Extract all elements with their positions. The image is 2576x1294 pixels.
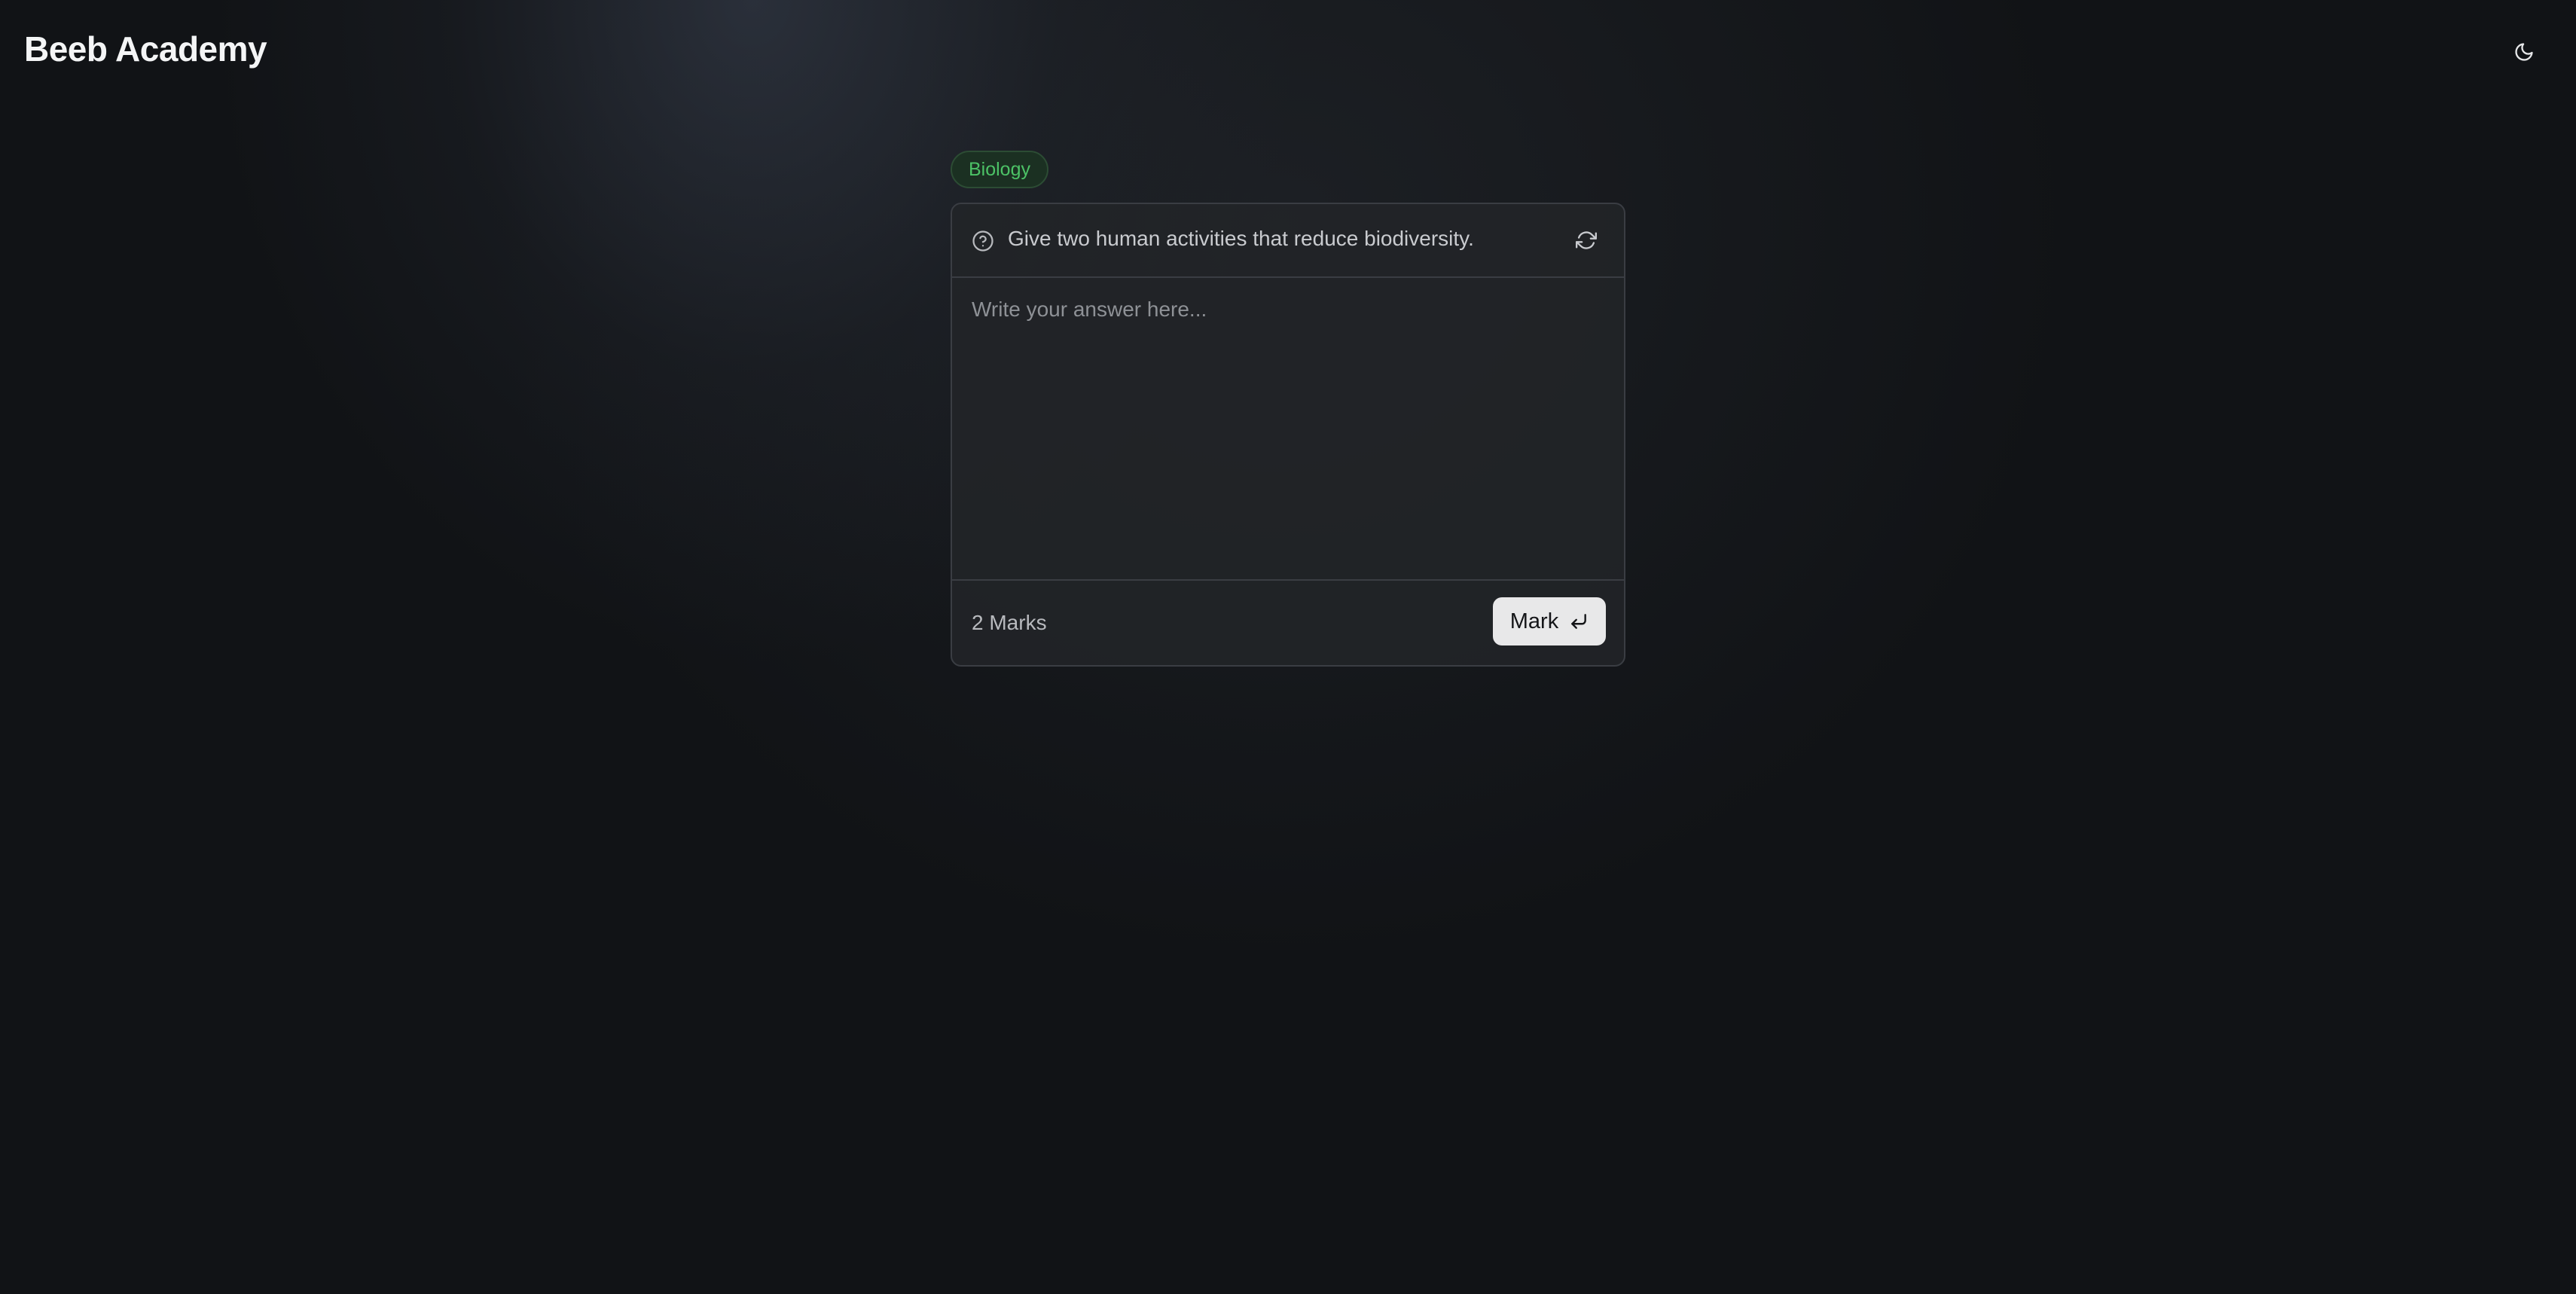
refresh-icon [1576, 231, 1597, 249]
refresh-question-button[interactable] [1571, 225, 1601, 255]
brand-logo-text[interactable]: Beeb Academy [24, 29, 267, 69]
page: Beeb Academy Biology Give two human acti… [0, 0, 2576, 1294]
question-circle-icon [972, 230, 993, 252]
subject-badge: Biology [951, 151, 1048, 188]
mark-button-label: Mark [1509, 609, 1559, 633]
mark-button[interactable]: Mark [1493, 597, 1606, 645]
moon-icon [2515, 43, 2533, 61]
theme-toggle-button[interactable] [2505, 33, 2543, 71]
marks-label: 2 Marks [972, 611, 1047, 634]
question-card: Give two human activities that reduce bi… [951, 203, 1625, 667]
question-text: Give two human activities that reduce bi… [1008, 227, 1474, 250]
enter-icon [1569, 612, 1589, 631]
answer-input[interactable] [952, 278, 1624, 579]
question-footer: 2 Marks Mark [952, 579, 1624, 665]
question-header: Give two human activities that reduce bi… [952, 204, 1624, 278]
